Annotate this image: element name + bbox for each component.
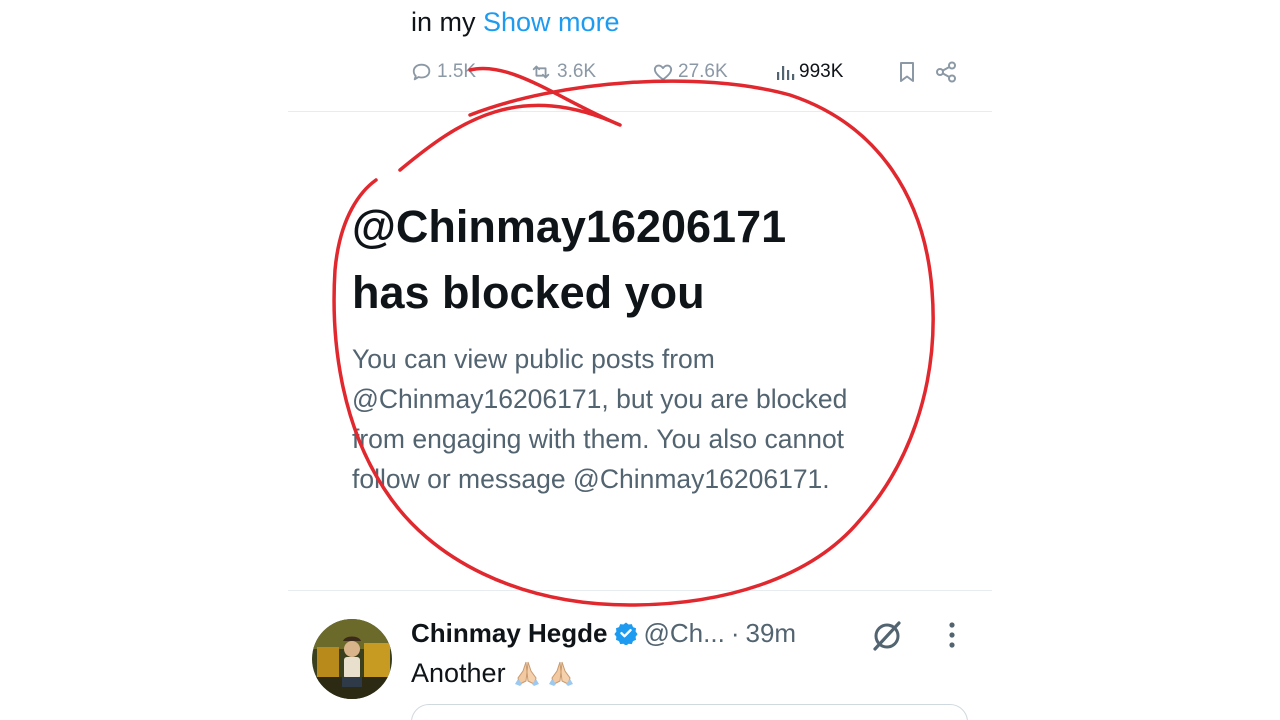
bookmark-icon	[900, 62, 914, 82]
blocked-description-line: @Chinmay16206171, but you are blocked	[352, 384, 848, 414]
reply-count: 1.5K	[437, 61, 477, 82]
blocked-title-handle: @Chinmay16206171	[352, 201, 787, 252]
blocked-title-text: has blocked you	[352, 267, 705, 318]
more-options-icon[interactable]	[944, 620, 960, 650]
tweet-text: in my Show more	[411, 4, 620, 40]
views-count: 993K	[799, 61, 844, 82]
grok-icon[interactable]	[869, 618, 905, 654]
embedded-card[interactable]	[411, 704, 968, 720]
reply-button[interactable]: 1.5K	[411, 56, 476, 88]
avatar-image	[312, 619, 392, 699]
divider	[288, 590, 992, 591]
views-icon	[777, 66, 795, 80]
tweet-action-bar: 1.5K 3.6K 27.6K 993K	[411, 56, 961, 88]
reply-icon	[412, 63, 431, 81]
tweet-text-tail: in my	[411, 7, 484, 37]
folded-hands-icon	[514, 661, 539, 686]
show-more-link[interactable]: Show more	[483, 7, 620, 37]
screenshot: in my Show more 1.5K 3.6K 27.6K 993K @Ch…	[0, 0, 1280, 720]
folded-hands-icon	[548, 661, 573, 686]
verified-badge-icon	[613, 622, 638, 645]
avatar[interactable]	[312, 619, 392, 699]
timestamp[interactable]: 39m	[745, 618, 796, 649]
views-button[interactable]: 993K	[775, 56, 843, 88]
like-button[interactable]: 27.6K	[652, 56, 728, 88]
share-icon	[936, 61, 956, 83]
repost-button[interactable]: 3.6K	[529, 56, 596, 88]
blocked-title: @Chinmay16206171 has blocked you	[352, 194, 786, 326]
separator-dot: ·	[730, 617, 740, 648]
blocked-description: You can view public posts from @Chinmay1…	[352, 339, 942, 499]
reply-text: Another	[411, 654, 576, 692]
share-button[interactable]	[934, 56, 958, 88]
like-count: 27.6K	[678, 61, 728, 82]
repost-count: 3.6K	[557, 61, 597, 82]
author-handle[interactable]: @Ch...	[644, 618, 725, 649]
divider	[288, 111, 992, 112]
blocked-description-line: follow or message @Chinmay16206171.	[352, 464, 830, 494]
folded-hands-emoji-pair	[512, 658, 576, 688]
blocked-description-line: You can view public posts from	[352, 344, 715, 374]
heart-icon	[653, 64, 673, 81]
author-name[interactable]: Chinmay Hegde	[411, 618, 608, 649]
reply-header: Chinmay Hegde @Ch... · 39m	[411, 614, 796, 652]
repost-icon	[532, 65, 550, 79]
blocked-description-line: from engaging with them. You also cannot	[352, 424, 845, 454]
bookmark-button[interactable]	[897, 56, 917, 88]
reply-text-content: Another	[411, 658, 506, 688]
